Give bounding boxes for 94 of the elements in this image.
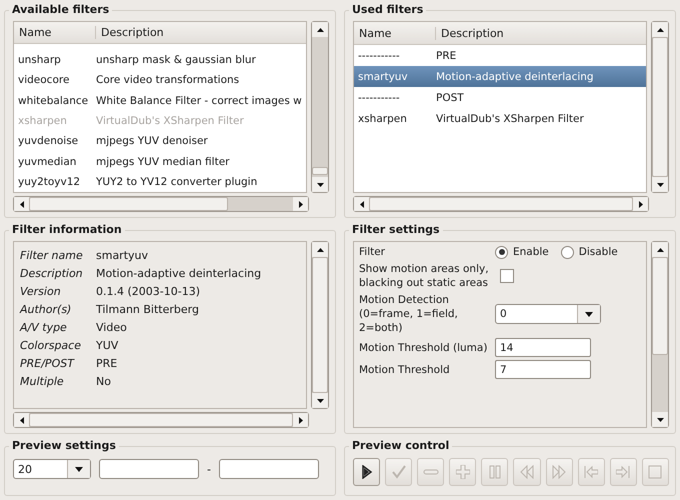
horizontal-scrollbar[interactable] [13, 196, 309, 212]
info-label: Description [20, 266, 84, 280]
info-value: PRE [96, 356, 118, 370]
checkbox[interactable] [500, 269, 514, 283]
filter-description[interactable]: mjpegs YUV median filter [96, 156, 306, 168]
right-arrow-icon [298, 416, 302, 424]
info-label: A/V type [20, 320, 68, 334]
up-arrow-icon [316, 248, 324, 252]
info-value: smartyuv [96, 248, 148, 262]
check-icon [392, 465, 406, 479]
vertical-scrollbar[interactable] [311, 21, 329, 193]
vertical-scrollbar[interactable] [651, 241, 669, 428]
horizontal-scrollbar[interactable] [353, 196, 649, 212]
list-row[interactable]: smartyuv Motion-adaptive deinterlacing [354, 66, 646, 87]
caret-icon [75, 466, 83, 472]
range-separator: - [207, 462, 211, 476]
start-field[interactable] [99, 459, 199, 479]
filter-name[interactable]: yuvdenoise [14, 135, 96, 148]
filter-name[interactable]: yuvmedian [14, 156, 96, 168]
minus-icon [422, 469, 439, 475]
setting-label: Motion Threshold (luma) [359, 340, 488, 354]
up-arrow-icon [656, 248, 664, 252]
scrollbar-thumb[interactable] [29, 197, 228, 211]
info-label: Multiple [20, 374, 65, 388]
plus-icon [456, 465, 470, 479]
left-arrow-icon [360, 200, 364, 208]
frame-step-dropdown[interactable]: 20 [13, 459, 91, 479]
right-arrow-icon [638, 200, 642, 208]
filter-description[interactable]: Core video transformations [96, 74, 306, 86]
vertical-scrollbar[interactable] [311, 241, 329, 409]
info-value: 0.1.4 (2003-10-13) [96, 284, 200, 298]
radio-option[interactable]: Disable [560, 246, 618, 258]
down-arrow-icon [316, 398, 324, 402]
stop-icon [648, 465, 662, 479]
down-arrow-icon [316, 182, 324, 186]
left-arrow-icon [20, 200, 24, 208]
scrollbar-thumb[interactable] [29, 413, 293, 427]
info-label: PRE/POST [20, 356, 76, 370]
column-header[interactable]: Description [436, 26, 509, 40]
info-label: Version [20, 284, 62, 298]
filter-name[interactable]: unsharp [14, 54, 96, 66]
dropdown[interactable]: 0 [495, 304, 601, 324]
setting-label: Motion Detection (0=frame, 1=field, 2=both) [359, 293, 459, 335]
horizontal-scrollbar[interactable] [13, 412, 309, 428]
list-row[interactable]: xsharpen VirtualDub's XSharpen Filter [354, 108, 646, 129]
group-title: Preview settings [9, 439, 119, 453]
up-arrow-icon [656, 28, 664, 32]
column-header[interactable]: Name [354, 26, 436, 40]
caret-icon [585, 312, 593, 316]
info-value: Video [96, 320, 127, 334]
filter-name[interactable]: yuy2toyv12 [14, 176, 96, 188]
info-value: Tilmann Bitterberg [96, 302, 199, 316]
pause-icon [488, 465, 502, 479]
info-value: No [96, 374, 111, 388]
filter-description[interactable]: White Balance Filter - correct images w [96, 94, 306, 107]
up-arrow-icon [316, 28, 324, 32]
play-icon [360, 465, 374, 479]
filter-name[interactable]: whitebalance [14, 94, 96, 107]
rewind-icon [520, 465, 534, 479]
column-header[interactable]: Name [14, 26, 96, 40]
group-title: Filter settings [349, 223, 443, 237]
filter-name[interactable]: videocore [14, 74, 96, 86]
info-value: Motion-adaptive deinterlacing [96, 266, 262, 280]
input-field[interactable]: 14 [495, 338, 591, 357]
column-header[interactable]: Description [96, 26, 169, 40]
skip-to-start-icon [584, 465, 598, 479]
scrollbar-thumb[interactable] [312, 257, 328, 393]
fast-forward-icon [552, 465, 566, 479]
preview-button[interactable] [353, 458, 380, 486]
radio-option[interactable]: Enable [495, 246, 549, 258]
input-field[interactable]: 7 [495, 360, 591, 379]
list-row[interactable]: ----------- PRE [354, 45, 646, 66]
scrollbar-thumb[interactable] [312, 166, 328, 176]
setting-label: Filter [359, 245, 386, 259]
info-label: Author(s) [20, 302, 72, 316]
left-arrow-icon [20, 416, 24, 424]
info-label: Colorspace [20, 338, 82, 352]
info-label: Filter name [20, 248, 84, 262]
down-arrow-icon [656, 418, 664, 422]
vertical-scrollbar[interactable] [651, 21, 669, 193]
filter-description[interactable]: mjpegs YUV denoiser [96, 135, 306, 148]
right-arrow-icon [298, 200, 302, 208]
end-field[interactable] [218, 459, 319, 479]
filter-description[interactable]: unsharp mask & gaussian blur [96, 54, 306, 66]
setting-label: Show motion areas only, blacking out static areas [359, 262, 490, 290]
scrollbar-thumb[interactable] [369, 197, 633, 211]
down-arrow-icon [656, 182, 664, 186]
info-value: YUV [96, 338, 118, 352]
setting-label: Motion Threshold [359, 362, 451, 376]
filter-description[interactable]: YUY2 to YV12 converter plugin [96, 176, 306, 188]
scrollbar-thumb[interactable] [652, 37, 668, 177]
scrollbar-thumb[interactable] [652, 257, 668, 355]
list-row[interactable]: ----------- POST [354, 87, 646, 108]
skip-to-end-icon [616, 465, 630, 479]
